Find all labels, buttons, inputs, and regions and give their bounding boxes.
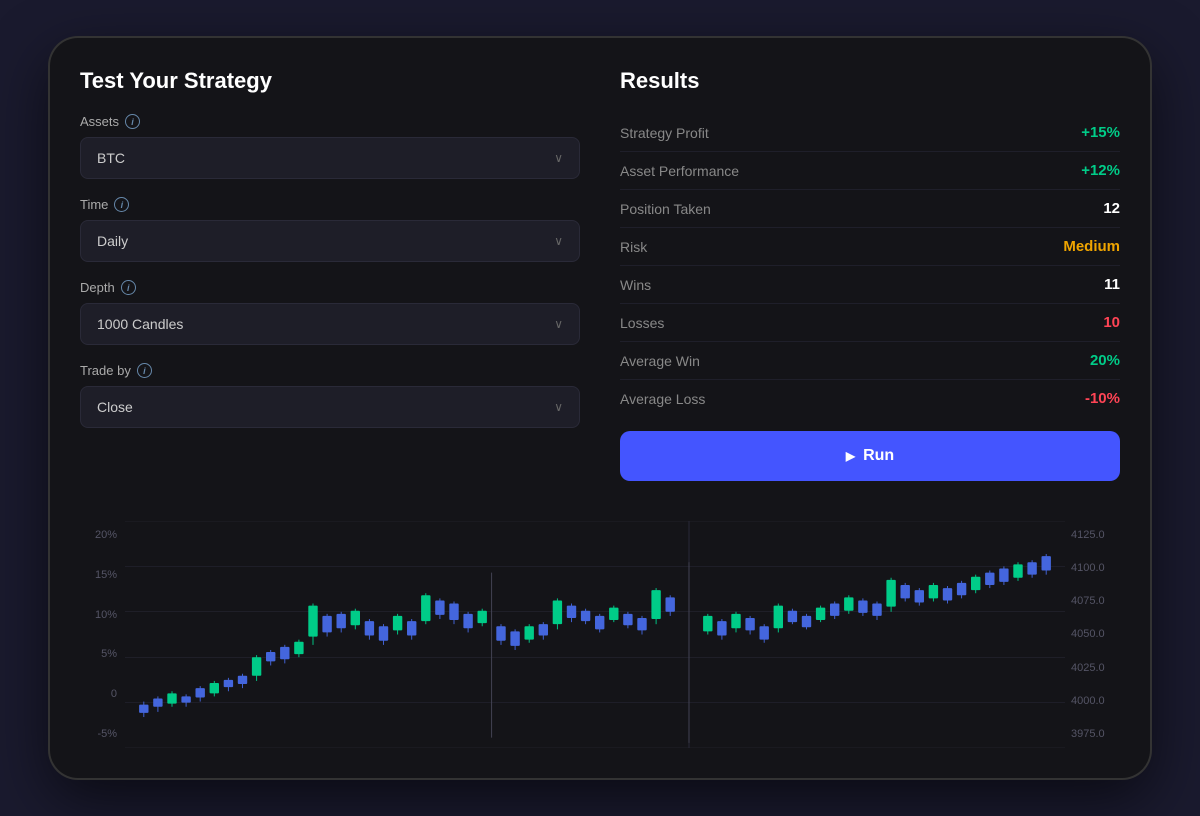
losses-value: 10 — [1103, 314, 1120, 331]
time-label: Time i — [80, 197, 580, 212]
wins-row: Wins 11 — [620, 266, 1120, 304]
y-label-20: 20% — [80, 529, 125, 541]
assets-field-group: Assets i BTC ∨ — [80, 114, 580, 179]
avg-loss-row: Average Loss -10% — [620, 380, 1120, 417]
tradeby-label: Trade by i — [80, 363, 580, 378]
strategy-profit-row: Strategy Profit +15% — [620, 114, 1120, 152]
position-taken-value: 12 — [1103, 200, 1120, 217]
y-label-right-4100: 4100.0 — [1065, 562, 1120, 574]
y-label-right-3975: 3975.0 — [1065, 728, 1120, 740]
left-panel-title: Test Your Strategy — [80, 68, 580, 94]
assets-label: Assets i — [80, 114, 580, 129]
losses-row: Losses 10 — [620, 304, 1120, 342]
left-panel: Test Your Strategy Assets i BTC ∨ Time — [80, 68, 580, 481]
tradeby-info-icon[interactable]: i — [137, 363, 152, 378]
asset-performance-label: Asset Performance — [620, 163, 739, 179]
avg-loss-value: -10% — [1085, 390, 1120, 407]
time-info-icon[interactable]: i — [114, 197, 129, 212]
time-value: Daily — [97, 233, 128, 249]
play-icon: ▶ — [846, 449, 855, 463]
chart-container: 20% 15% 10% 5% 0 -5% 4125.0 4100.0 4075.… — [80, 521, 1120, 748]
assets-info-icon[interactable]: i — [125, 114, 140, 129]
y-label-right-4125: 4125.0 — [1065, 529, 1120, 541]
losses-label: Losses — [620, 315, 664, 331]
risk-label: Risk — [620, 239, 647, 255]
risk-value: Medium — [1063, 238, 1120, 255]
chart-y-axis-right: 4125.0 4100.0 4075.0 4050.0 4025.0 4000.… — [1065, 521, 1120, 748]
y-label-right-4025: 4025.0 — [1065, 662, 1120, 674]
main-content: Test Your Strategy Assets i BTC ∨ Time — [80, 68, 1120, 748]
y-label-right-4000: 4000.0 — [1065, 695, 1120, 707]
strategy-profit-label: Strategy Profit — [620, 125, 709, 141]
depth-info-icon[interactable]: i — [121, 280, 136, 295]
device-frame: Test Your Strategy Assets i BTC ∨ Time — [50, 38, 1150, 778]
y-label-right-4050: 4050.0 — [1065, 628, 1120, 640]
strategy-profit-value: +15% — [1081, 124, 1120, 141]
wins-label: Wins — [620, 277, 651, 293]
top-section: Test Your Strategy Assets i BTC ∨ Time — [80, 68, 1120, 481]
y-label-0: 0 — [80, 688, 125, 700]
run-button[interactable]: ▶ Run — [620, 431, 1120, 481]
chart-y-axis-left: 20% 15% 10% 5% 0 -5% — [80, 521, 125, 748]
assets-select[interactable]: BTC ∨ — [80, 137, 580, 179]
time-chevron-icon: ∨ — [554, 234, 563, 248]
avg-loss-label: Average Loss — [620, 391, 705, 407]
tradeby-chevron-icon: ∨ — [554, 400, 563, 414]
avg-win-value: 20% — [1090, 352, 1120, 369]
assets-chevron-icon: ∨ — [554, 151, 563, 165]
run-button-label: Run — [863, 447, 894, 465]
position-taken-label: Position Taken — [620, 201, 711, 217]
time-field-group: Time i Daily ∨ — [80, 197, 580, 262]
depth-label: Depth i — [80, 280, 580, 295]
tradeby-select[interactable]: Close ∨ — [80, 386, 580, 428]
depth-value: 1000 Candles — [97, 316, 183, 332]
y-label-5: 5% — [80, 648, 125, 660]
y-label-right-4075: 4075.0 — [1065, 595, 1120, 607]
avg-win-label: Average Win — [620, 353, 700, 369]
asset-performance-row: Asset Performance +12% — [620, 152, 1120, 190]
right-panel: Results Strategy Profit +15% Asset Perfo… — [620, 68, 1120, 481]
risk-row: Risk Medium — [620, 228, 1120, 266]
tradeby-value: Close — [97, 399, 133, 415]
wins-value: 11 — [1104, 276, 1120, 293]
tradeby-field-group: Trade by i Close ∨ — [80, 363, 580, 428]
y-label-neg5: -5% — [80, 728, 125, 740]
y-label-10: 10% — [80, 609, 125, 621]
asset-performance-value: +12% — [1081, 162, 1120, 179]
candlestick-chart — [125, 521, 1065, 748]
avg-win-row: Average Win 20% — [620, 342, 1120, 380]
depth-field-group: Depth i 1000 Candles ∨ — [80, 280, 580, 345]
time-select[interactable]: Daily ∨ — [80, 220, 580, 262]
depth-select[interactable]: 1000 Candles ∨ — [80, 303, 580, 345]
assets-value: BTC — [97, 150, 125, 166]
y-label-15: 15% — [80, 569, 125, 581]
results-table: Strategy Profit +15% Asset Performance +… — [620, 114, 1120, 417]
chart-section: 20% 15% 10% 5% 0 -5% 4125.0 4100.0 4075.… — [80, 521, 1120, 748]
position-taken-row: Position Taken 12 — [620, 190, 1120, 228]
right-panel-title: Results — [620, 68, 1120, 94]
depth-chevron-icon: ∨ — [554, 317, 563, 331]
chart-area — [125, 521, 1065, 748]
